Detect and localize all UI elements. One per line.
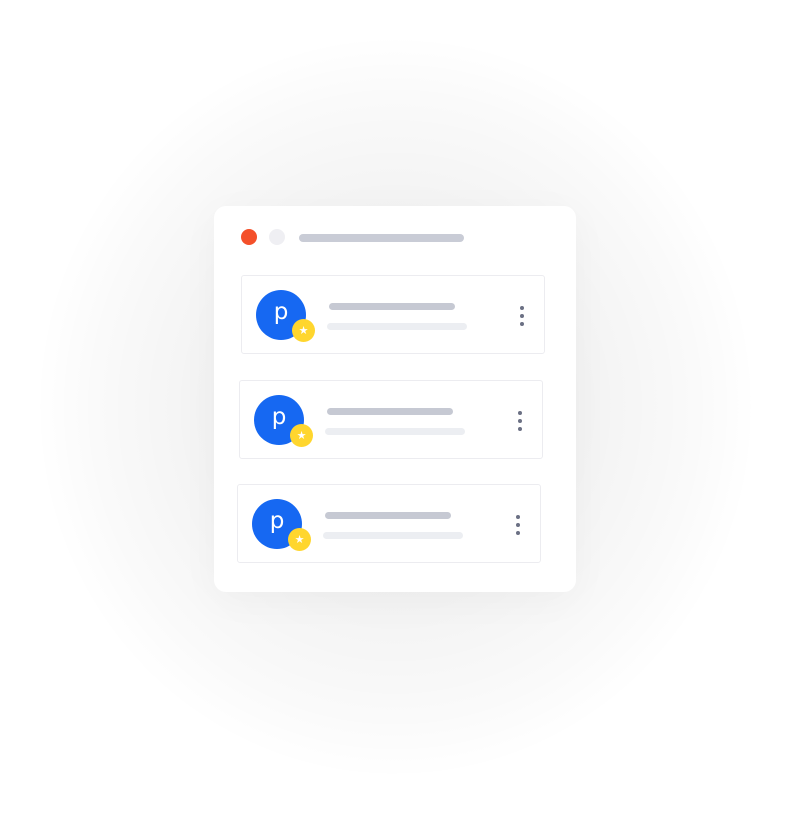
- more-dot: [520, 314, 524, 318]
- list-item[interactable]: p ★: [239, 380, 543, 459]
- star-icon: ★: [292, 319, 315, 342]
- star-icon: ★: [288, 528, 311, 551]
- more-dot: [516, 515, 520, 519]
- list-item-subtitle-placeholder: [327, 323, 467, 330]
- list-item[interactable]: p ★: [237, 484, 541, 563]
- more-dot: [518, 419, 522, 423]
- more-dot: [516, 523, 520, 527]
- list-item-subtitle-placeholder: [323, 532, 463, 539]
- star-icon: ★: [290, 424, 313, 447]
- more-dot: [520, 322, 524, 326]
- more-dot: [520, 306, 524, 310]
- list-item-subtitle-placeholder: [325, 428, 465, 435]
- close-window-dot[interactable]: [241, 229, 257, 245]
- more-vertical-icon[interactable]: [512, 514, 524, 536]
- list-item-title-placeholder: [329, 303, 455, 310]
- more-dot: [518, 427, 522, 431]
- list-item-title-placeholder: [325, 512, 451, 519]
- list-item-title-placeholder: [327, 408, 453, 415]
- more-dot: [518, 411, 522, 415]
- more-vertical-icon[interactable]: [514, 410, 526, 432]
- more-vertical-icon[interactable]: [516, 305, 528, 327]
- minimize-window-dot[interactable]: [269, 229, 285, 245]
- more-dot: [516, 531, 520, 535]
- window-title-placeholder: [299, 234, 464, 242]
- app-window: p ★ p ★ p ★: [214, 206, 576, 592]
- list-item[interactable]: p ★: [241, 275, 545, 354]
